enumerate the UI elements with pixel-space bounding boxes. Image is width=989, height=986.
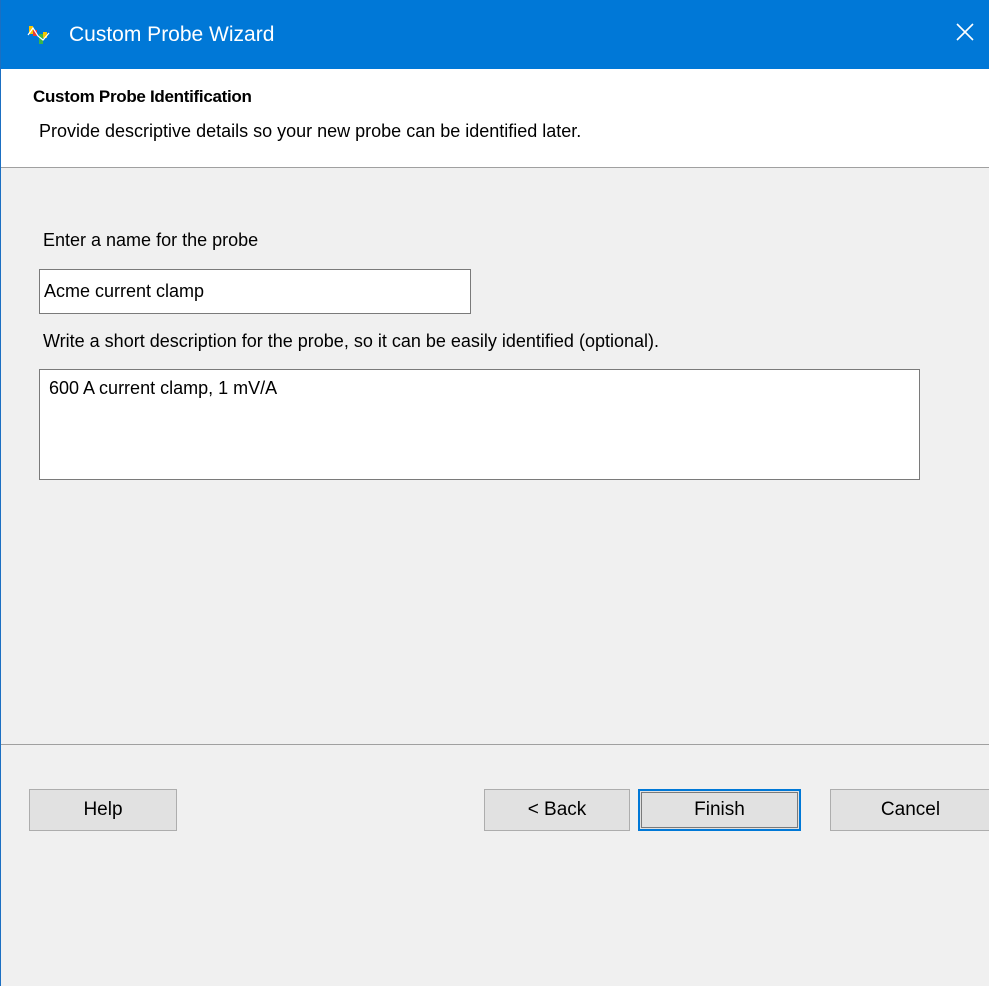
app-icon	[27, 24, 51, 46]
window-title: Custom Probe Wizard	[69, 23, 275, 46]
close-icon	[955, 22, 975, 47]
probe-description-label: Write a short description for the probe,…	[43, 331, 659, 351]
page-title: Custom Probe Identification	[33, 87, 252, 106]
probe-name-label: Enter a name for the probe	[43, 230, 259, 250]
probe-name-input[interactable]	[39, 269, 471, 314]
finish-button[interactable]: Finish	[638, 789, 801, 831]
wizard-header: Custom Probe Identification Provide desc…	[1, 69, 989, 168]
page-subtitle: Provide descriptive details so your new …	[39, 121, 582, 141]
custom-probe-wizard-window: Custom Probe Wizard Custom Probe Identif…	[0, 0, 989, 986]
footer-divider	[1, 744, 989, 745]
title-bar[interactable]: Custom Probe Wizard	[1, 0, 989, 69]
probe-description-textarea[interactable]: 600 A current clamp, 1 mV/A	[39, 369, 920, 480]
close-button[interactable]	[940, 0, 989, 69]
cancel-button[interactable]: Cancel	[830, 789, 989, 831]
back-button[interactable]: < Back	[484, 789, 630, 831]
help-button[interactable]: Help	[29, 789, 177, 831]
